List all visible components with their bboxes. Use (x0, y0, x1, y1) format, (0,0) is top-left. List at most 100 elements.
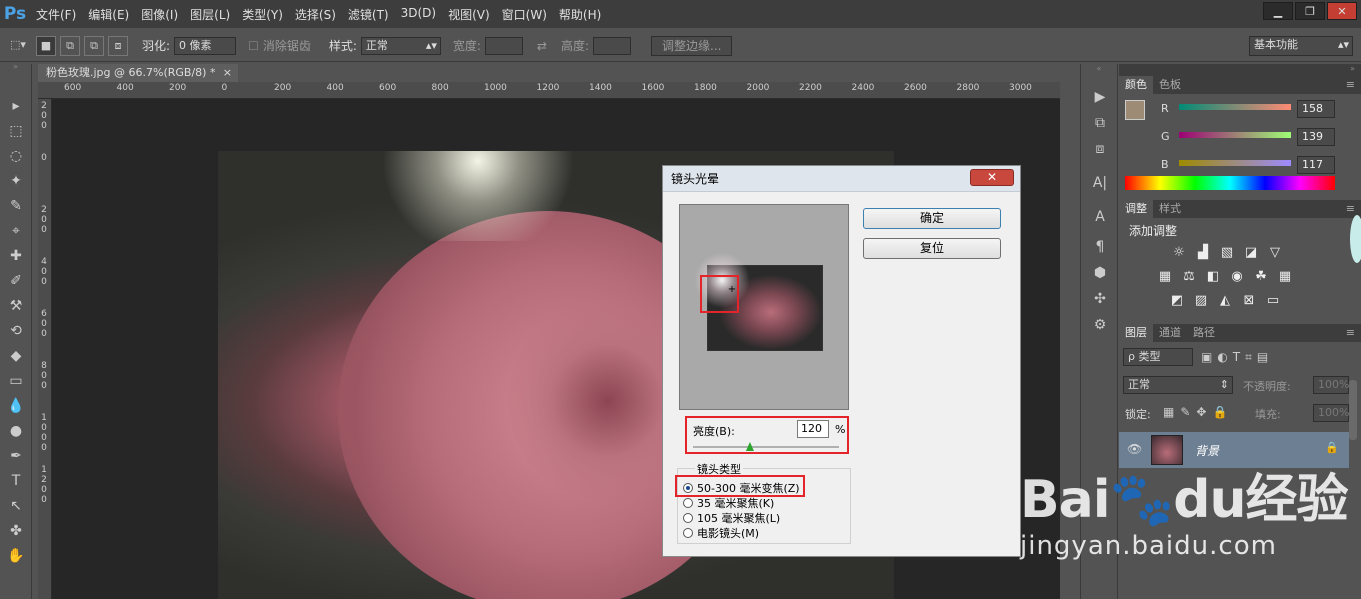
slider-r[interactable]: R 158 (1119, 100, 1361, 128)
invert-icon[interactable]: ◩ (1168, 292, 1186, 310)
radio-button[interactable] (683, 513, 693, 523)
tool-button[interactable]: ✋ (0, 544, 32, 569)
tool-button[interactable]: T (0, 469, 32, 494)
tab-styles[interactable]: 样式 (1153, 200, 1187, 218)
tool-button[interactable]: ⟲ (0, 319, 32, 344)
menu-item[interactable]: 选择(S) (289, 6, 342, 23)
slider-track[interactable] (1179, 132, 1291, 138)
refine-edge-button[interactable]: 调整边缘... (651, 35, 733, 56)
marquee-tool-icon[interactable]: ⬚▾ (8, 36, 28, 56)
tool-button[interactable]: ◆ (0, 344, 32, 369)
width-input[interactable] (484, 36, 523, 55)
tool-button[interactable]: ✤ (0, 519, 32, 544)
menu-item[interactable]: 帮助(H) (553, 6, 607, 23)
color-spectrum[interactable] (1125, 176, 1335, 190)
slider-track[interactable] (1179, 160, 1291, 166)
visibility-eye-icon[interactable]: 👁 (1127, 442, 1142, 456)
history-icon[interactable]: ⧉ (1081, 110, 1119, 136)
menu-item[interactable]: 文件(F) (30, 6, 82, 23)
layer-filter-select[interactable]: ρ 类型 (1123, 348, 1193, 366)
selective-color-icon[interactable]: ⊠ (1240, 292, 1258, 310)
menu-item[interactable]: 3D(D) (395, 6, 442, 23)
paragraph-style-icon[interactable]: A (1081, 204, 1119, 230)
panel-menu-icon[interactable]: ≡ (1340, 76, 1361, 94)
hue-saturation-icon[interactable]: ▦ (1156, 268, 1174, 286)
menu-item[interactable]: 窗口(W) (496, 6, 553, 23)
channel-mixer-icon[interactable]: ☘ (1252, 268, 1270, 286)
posterize-icon[interactable]: ▨ (1192, 292, 1210, 310)
restore-button[interactable]: ❐ (1295, 2, 1325, 20)
swap-icon[interactable]: ⇄ (537, 39, 547, 53)
tab-channels[interactable]: 通道 (1153, 324, 1187, 342)
side-helper-button[interactable] (1350, 215, 1361, 263)
workspace-select[interactable]: 基本功能 ▴▾ (1249, 35, 1353, 56)
brightness-slider-track[interactable] (693, 446, 839, 448)
levels-icon[interactable]: ▟ (1194, 244, 1212, 262)
lens-option-1[interactable]: 35 毫米聚焦(K) (683, 495, 774, 511)
close-tab-icon[interactable]: × (223, 64, 232, 82)
subtract-selection-icon[interactable]: ⧉ (84, 35, 104, 56)
tool-button[interactable]: ↖ (0, 494, 32, 519)
clone-source-icon[interactable]: ⧈ (1081, 136, 1119, 162)
antialias-checkbox[interactable]: ☐ (248, 39, 259, 53)
black-white-icon[interactable]: ◧ (1204, 268, 1222, 286)
tool-presets-icon[interactable]: ⚙ (1081, 312, 1119, 338)
app-logo[interactable]: Ps (0, 4, 30, 24)
tool-button[interactable]: ◌ (0, 144, 32, 169)
tab-color[interactable]: 颜色 (1119, 76, 1153, 94)
curves-icon[interactable]: ▧ (1218, 244, 1236, 262)
slider-g[interactable]: G 139 (1119, 128, 1361, 156)
play-icon[interactable]: ▶ (1081, 84, 1119, 110)
lens-option-3[interactable]: 电影镜头(M) (683, 525, 759, 541)
lock-icons[interactable]: ▦✎✥🔒 (1163, 405, 1233, 419)
value-input[interactable]: 158 (1297, 100, 1335, 118)
new-selection-icon[interactable]: ■ (36, 35, 56, 56)
menu-item[interactable]: 类型(Y) (236, 6, 289, 23)
tool-button[interactable]: ✒ (0, 444, 32, 469)
tab-paths[interactable]: 路径 (1187, 324, 1221, 342)
tool-button[interactable]: 💧 (0, 394, 32, 419)
tool-button[interactable]: ✦ (0, 169, 32, 194)
slider-track[interactable] (1179, 104, 1291, 110)
opacity-input[interactable]: 100% (1313, 376, 1349, 394)
height-input[interactable] (593, 36, 632, 55)
feather-input[interactable]: 0 像素 (174, 36, 237, 55)
tab-layers[interactable]: 图层 (1119, 324, 1153, 342)
layer-row-background[interactable]: 👁 背景 🔒 (1119, 432, 1349, 468)
vibrance-icon[interactable]: ▽ (1266, 244, 1284, 262)
document-tab[interactable]: 粉色玫瑰.jpg @ 66.7%(RGB/8) * × (38, 64, 238, 82)
tab-adjustments[interactable]: 调整 (1119, 200, 1153, 218)
exposure-icon[interactable]: ◪ (1242, 244, 1260, 262)
dialog-close-button[interactable]: ✕ (970, 169, 1014, 186)
close-button[interactable]: ✕ (1327, 2, 1357, 20)
tool-button[interactable]: ⬚ (0, 119, 32, 144)
fill-input[interactable]: 100% (1313, 404, 1349, 422)
color-lookup-icon[interactable]: ▦ (1276, 268, 1294, 286)
lens-option-2[interactable]: 105 毫米聚焦(L) (683, 510, 780, 526)
tool-button[interactable]: ● (0, 419, 32, 444)
collapse-icon[interactable]: « (1081, 64, 1117, 76)
panel-scrollbar[interactable] (1349, 380, 1357, 440)
radio-button[interactable] (683, 528, 693, 538)
color-balance-icon[interactable]: ⚖ (1180, 268, 1198, 286)
minimize-button[interactable]: ▁ (1263, 2, 1293, 20)
style-select[interactable]: 正常 ▴▾ (360, 36, 441, 55)
brightness-icon[interactable]: ☼ (1170, 244, 1188, 262)
radio-button[interactable] (683, 483, 693, 493)
tool-button[interactable]: ▭ (0, 369, 32, 394)
tool-button[interactable]: ⚒ (0, 294, 32, 319)
tool-button[interactable]: ✚ (0, 244, 32, 269)
gradient-map-icon[interactable]: ▭ (1264, 292, 1282, 310)
ok-button[interactable]: 确定 (863, 208, 1001, 229)
tool-button[interactable]: ▸ (0, 94, 32, 119)
menu-item[interactable]: 图层(L) (184, 6, 236, 23)
radio-button[interactable] (683, 498, 693, 508)
value-input[interactable]: 139 (1297, 128, 1335, 146)
blend-mode-select[interactable]: 正常 ⇕ (1123, 376, 1233, 394)
menu-item[interactable]: 编辑(E) (82, 6, 135, 23)
panel-menu-icon[interactable]: ≡ (1340, 324, 1361, 342)
value-input[interactable]: 117 (1297, 156, 1335, 174)
layer-filter-icons[interactable]: ▣◐T⌗▤ (1201, 350, 1273, 365)
lens-option-0[interactable]: 50-300 毫米变焦(Z) (683, 480, 800, 496)
tool-button[interactable]: ⌖ (0, 219, 32, 244)
